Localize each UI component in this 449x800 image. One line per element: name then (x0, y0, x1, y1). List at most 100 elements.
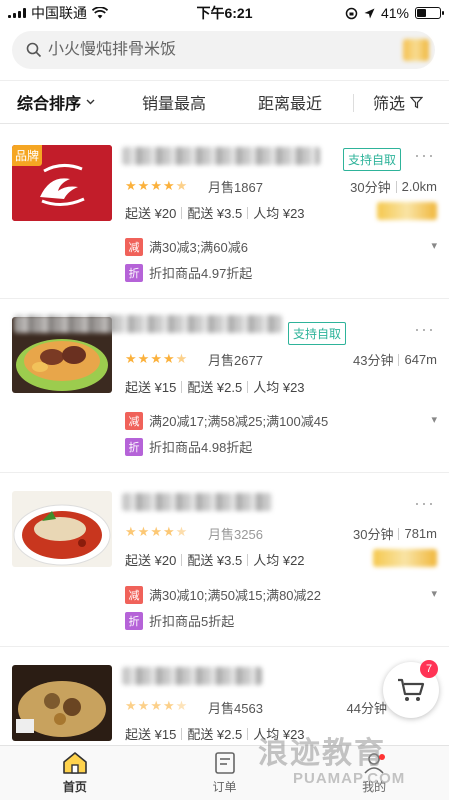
promo-badge: 折 (125, 437, 143, 456)
battery-icon (415, 7, 444, 19)
expand-icon[interactable]: ▾ (431, 239, 437, 252)
delivery-fee: 配送 ¥3.5 (187, 206, 243, 221)
delivery-tag-blurred (373, 549, 437, 567)
star-icon: ★ (125, 178, 137, 193)
star-icon: ★ (162, 351, 175, 366)
pickup-tag: 支持自取 (343, 148, 402, 171)
distance: 781m (404, 526, 437, 541)
sort-sales[interactable]: 销量最高 (142, 90, 206, 114)
search-icon (26, 42, 42, 58)
promo-text: 满30减10;满50减15;满80减22 (149, 588, 321, 603)
search-input[interactable] (48, 41, 388, 59)
blurred-icon (403, 39, 429, 61)
more-icon[interactable]: ··· (414, 493, 435, 514)
monthly-sales: 月售3256 (208, 527, 263, 542)
star-icon: ★ (137, 178, 150, 193)
monthly-sales: 月售1867 (208, 180, 263, 195)
rating-stars: ★ ★ ★ ★ ★ (125, 698, 187, 714)
shop-name-blurred (14, 315, 282, 333)
shop-card-2[interactable]: 支持自取 ··· ★ ★ ★ ★ ★ 月售2677 43分钟 647m 起送 ¥15 配送… (0, 299, 449, 473)
tab-bar: 首页 订单 我的 (0, 745, 449, 800)
delivery-time: 44分钟 (346, 701, 387, 716)
chevron-down-icon (86, 99, 95, 105)
sort-comprehensive[interactable]: 综合排序 (17, 90, 95, 114)
order-icon (214, 752, 235, 774)
promo-badge: 减 (125, 411, 143, 430)
status-left: 中国联通 (8, 3, 108, 23)
shop-image (12, 491, 112, 567)
profile-icon (364, 753, 386, 774)
tab-orders[interactable]: 订单 (150, 746, 300, 800)
min-order: 起送 ¥20 (125, 206, 177, 221)
promo-badge: 减 (125, 237, 143, 256)
delivery-time: 30分钟 (353, 527, 394, 542)
star-icon: ★ (175, 351, 188, 366)
more-icon[interactable]: ··· (414, 319, 435, 340)
delivery-info: 30分钟 2.0km (350, 177, 437, 196)
monthly-sales: 月售2677 (208, 353, 263, 368)
rating-stars: ★ ★ ★ ★ ★ (125, 351, 187, 367)
sort-distance[interactable]: 距离最近 (258, 90, 322, 114)
min-order: 起送 ¥15 (125, 380, 177, 395)
rating-stars: ★ ★ ★ ★ ★ (125, 524, 187, 540)
star-icon: ★ (150, 178, 162, 193)
star-icon: ★ (125, 698, 137, 713)
star-icon: ★ (125, 351, 137, 366)
rotation-lock-icon (345, 7, 358, 19)
avg-price: 人均 ¥23 (253, 727, 305, 742)
delivery-fee: 配送 ¥2.5 (187, 727, 243, 742)
star-icon: ★ (162, 698, 175, 713)
filter-button[interactable]: 筛选 (373, 90, 424, 114)
delivery-tag-blurred (377, 202, 437, 220)
star-icon: ★ (137, 698, 150, 713)
wifi-icon (92, 7, 108, 19)
fee-info: 起送 ¥15 配送 ¥2.5 人均 ¥23 (125, 724, 305, 743)
distance: 647m (404, 352, 437, 367)
carrier-label: 中国联通 (31, 5, 87, 21)
distance: 2.0km (401, 179, 437, 194)
food-photo (12, 491, 112, 567)
delivery-info: 43分钟 647m (353, 350, 437, 369)
status-right: 41% (345, 5, 444, 21)
sort-divider (353, 94, 354, 112)
shop-name-blurred (122, 147, 320, 165)
sort-comprehensive-label: 综合排序 (17, 96, 82, 113)
sort-sales-label: 销量最高 (142, 96, 207, 113)
min-order: 起送 ¥15 (125, 727, 177, 742)
promo-row: 折 折扣商品4.97折起 (125, 263, 252, 282)
promo-row: 减 满30减10;满50减15;满80减22 (125, 585, 321, 604)
expand-icon[interactable]: ▾ (431, 587, 437, 600)
tab-profile[interactable]: 我的 (299, 746, 449, 800)
shop-name-blurred (122, 493, 272, 511)
shop-image (12, 665, 112, 741)
tab-home[interactable]: 首页 (0, 746, 150, 800)
delivery-info: 44分钟 (347, 698, 387, 717)
star-icon: ★ (137, 524, 150, 539)
fee-info: 起送 ¥15 配送 ¥2.5 人均 ¥23 (125, 377, 305, 396)
promo-badge: 折 (125, 611, 143, 630)
battery-percent: 41% (380, 5, 409, 21)
promo-text: 折扣商品5折起 (149, 614, 235, 629)
promo-badge: 折 (125, 263, 143, 282)
avg-price: 人均 ¥22 (253, 553, 305, 568)
filter-label: 筛选 (373, 96, 406, 113)
star-icon: ★ (150, 351, 162, 366)
pickup-tag: 支持自取 (288, 322, 347, 345)
expand-icon[interactable]: ▾ (431, 413, 437, 426)
status-bar: 中国联通 下午6:21 41% (0, 0, 449, 26)
shop-card-1[interactable]: 品牌 支持自取 ··· ★ ★ ★ ★ ★ 月售1867 30分钟 2.0km 起送 ¥2… (0, 125, 449, 299)
sort-bar: 综合排序 销量最高 距离最近 筛选 (0, 80, 449, 124)
sort-distance-label: 距离最近 (258, 96, 323, 113)
shop-card-3[interactable]: ··· ★ ★ ★ ★ ★ 月售3256 30分钟 781m 起送 ¥20 配送 ¥3.5… (0, 473, 449, 647)
more-icon[interactable]: ··· (414, 145, 435, 166)
star-icon: ★ (125, 524, 137, 539)
shop-card-4[interactable]: ★ ★ ★ ★ ★ 月售4563 44分钟 起送 ¥15 配送 ¥2.5 人均 ¥23 (0, 647, 449, 745)
delivery-time: 43分钟 (353, 353, 394, 368)
search-bar[interactable] (12, 31, 435, 69)
fee-info: 起送 ¥20 配送 ¥3.5 人均 ¥22 (125, 550, 305, 569)
star-icon: ★ (175, 178, 188, 193)
cart-button[interactable]: 7 (383, 660, 439, 718)
monthly-sales: 月售4563 (208, 701, 263, 716)
promo-row: 减 满30减3;满60减6 (125, 237, 248, 256)
avg-price: 人均 ¥23 (253, 206, 305, 221)
